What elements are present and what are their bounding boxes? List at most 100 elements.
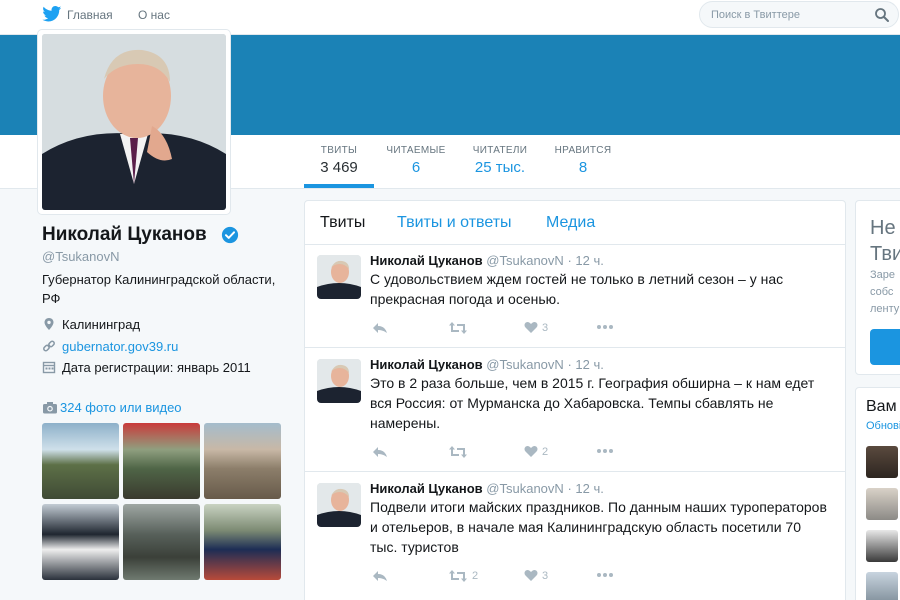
tweet-timestamp[interactable]: · 12 ч. [567, 357, 603, 372]
stat-value: 8 [578, 159, 588, 176]
search-placeholder: Поиск в Твиттере [711, 9, 800, 21]
tweet-timestamp[interactable]: · 12 ч. [567, 481, 603, 496]
location-pin-icon [44, 318, 54, 330]
photo-thumbnail[interactable] [204, 504, 281, 580]
photo-thumbnail[interactable] [123, 504, 200, 580]
tab-tweets[interactable]: Твиты [320, 214, 365, 232]
tweet-header: Николай Цуканов @TsukanovN · 12 ч. [370, 481, 604, 496]
nav-home-link[interactable]: Главная [67, 8, 113, 22]
like-button[interactable]: 3 [524, 569, 548, 585]
tweet-author-name[interactable]: Николай Цуканов [370, 481, 483, 496]
reply-button[interactable] [372, 321, 388, 337]
photo-thumbnail[interactable] [123, 423, 200, 499]
profile-photo [42, 34, 226, 210]
reply-button[interactable] [372, 445, 388, 461]
stat-following[interactable]: ЧИТАЕМЫЕ 6 [380, 145, 452, 176]
tweet-author-name[interactable]: Николай Цуканов [370, 357, 483, 372]
stat-label: ТВИТЫ [320, 145, 358, 156]
like-count: 3 [542, 321, 549, 334]
website-link[interactable]: gubernator.gov39.ru [62, 339, 178, 354]
retweet-button[interactable] [448, 321, 472, 337]
more-dots-icon [597, 325, 613, 330]
tweet[interactable]: Николай Цуканов @TsukanovN · 12 ч. С удо… [305, 245, 845, 348]
photo-thumbnail[interactable] [204, 423, 281, 499]
join-date-text: Дата регистрации: январь 2011 [62, 360, 251, 375]
tweet-author-name[interactable]: Николай Цуканов [370, 253, 483, 268]
retweet-icon [449, 322, 467, 334]
nav-about-link[interactable]: О нас [138, 8, 170, 22]
tab-media[interactable]: Медиа [546, 214, 595, 232]
active-stat-underline [304, 184, 374, 188]
tweet[interactable]: Николай Цуканов @TsukanovN · 12 ч. Подве… [305, 472, 845, 600]
search-icon[interactable] [874, 7, 890, 23]
signup-promo-text: Заре собс ленту [870, 269, 900, 315]
tweet-author-handle[interactable]: @TsukanovN [486, 253, 564, 268]
who-to-follow-card: Вам Обнові [855, 387, 900, 600]
signup-promo-card: Не Тви Заре собс ленту [855, 200, 900, 375]
tweet-actions: 2 [370, 445, 670, 461]
suggested-user-avatar[interactable] [866, 530, 898, 562]
retweet-icon [449, 570, 467, 582]
more-options-button[interactable] [596, 569, 614, 585]
photos-videos-count: 324 фото или видео [60, 400, 182, 415]
tweet-timestamp[interactable]: · 12 ч. [567, 253, 603, 268]
more-dots-icon [597, 573, 613, 578]
timeline-tabs: Твиты Твиты и ответы Медиа [305, 201, 845, 245]
profile-avatar[interactable] [38, 30, 230, 214]
profile-name: Николай Цуканов [42, 224, 207, 245]
tab-tweets-and-replies[interactable]: Твиты и ответы [397, 214, 512, 232]
reply-icon [373, 571, 387, 581]
retweet-button[interactable] [448, 445, 472, 461]
tweet[interactable]: Николай Цуканов @TsukanovN · 12 ч. Это в… [305, 348, 845, 472]
stat-tweets[interactable]: ТВИТЫ 3 469 [304, 145, 374, 176]
stat-value: 3 469 [320, 159, 358, 176]
tweet-header: Николай Цуканов @TsukanovN · 12 ч. [370, 357, 604, 372]
signup-promo-title: Не Тви [870, 217, 900, 265]
stat-label: ЧИТАЕМЫЕ [386, 145, 446, 156]
profile-handle[interactable]: @TsukanovN [42, 249, 120, 264]
reply-icon [373, 323, 387, 333]
like-button[interactable]: 2 [524, 445, 548, 461]
photo-thumbnail[interactable] [42, 504, 119, 580]
heart-icon [524, 570, 538, 581]
reply-button[interactable] [372, 569, 388, 585]
stat-label: ЧИТАТЕЛИ [472, 145, 528, 156]
more-dots-icon [597, 449, 613, 454]
tweet-avatar[interactable] [317, 255, 361, 299]
stat-label: НРАВИТСЯ [554, 145, 612, 156]
tweet-actions: 3 [370, 321, 670, 337]
like-count: 3 [542, 569, 549, 582]
retweet-button[interactable]: 2 [448, 569, 478, 585]
stat-value: 6 [411, 159, 421, 176]
camera-icon [43, 402, 57, 414]
signup-button[interactable] [870, 329, 900, 365]
suggested-user-avatar[interactable] [866, 572, 898, 600]
refresh-link[interactable]: Обнові [866, 420, 900, 432]
tweet-avatar[interactable] [317, 483, 361, 527]
stat-followers[interactable]: ЧИТАТЕЛИ 25 тыс. [464, 145, 536, 176]
who-to-follow-title: Вам [866, 398, 897, 415]
suggested-user-avatar[interactable] [866, 446, 898, 478]
twitter-bird-icon[interactable] [42, 6, 62, 22]
like-button[interactable]: 3 [524, 321, 548, 337]
tweet-avatar[interactable] [317, 359, 361, 403]
verified-badge-icon [221, 226, 239, 244]
photo-thumbnail[interactable] [42, 423, 119, 499]
calendar-icon [42, 361, 56, 374]
stat-likes[interactable]: НРАВИТСЯ 8 [548, 145, 618, 176]
tweet-text: С удовольствием ждем гостей не только в … [370, 271, 784, 307]
profile-website: gubernator.gov39.ru [42, 339, 178, 354]
search-input[interactable]: Поиск в Твиттере [699, 1, 899, 28]
tweet-author-handle[interactable]: @TsukanovN [486, 357, 564, 372]
heart-icon [524, 322, 538, 333]
link-icon [43, 340, 55, 352]
retweet-count: 2 [472, 570, 479, 582]
tweet-text: Подвели итоги майских праздников. По дан… [370, 499, 827, 555]
heart-icon [524, 446, 538, 457]
more-options-button[interactable] [596, 321, 614, 337]
photos-videos-link[interactable]: 324 фото или видео [42, 400, 182, 415]
more-options-button[interactable] [596, 445, 614, 461]
tweet-author-handle[interactable]: @TsukanovN [486, 481, 564, 496]
stat-value: 25 тыс. [474, 159, 526, 176]
suggested-user-avatar[interactable] [866, 488, 898, 520]
